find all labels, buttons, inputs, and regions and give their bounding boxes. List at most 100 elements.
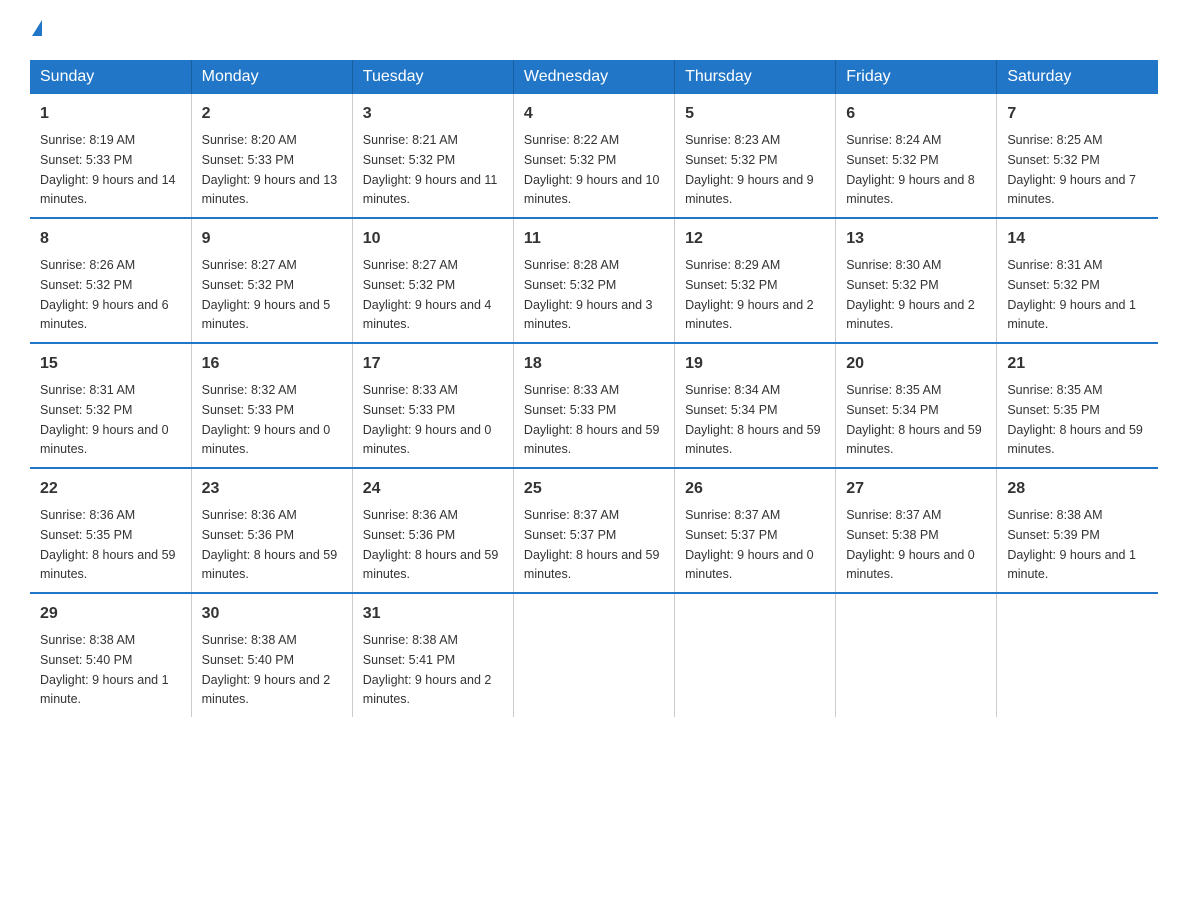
- day-info: Sunrise: 8:19 AMSunset: 5:33 PMDaylight:…: [40, 133, 176, 206]
- day-number: 24: [363, 477, 503, 501]
- logo-triangle-icon: [32, 20, 42, 36]
- day-number: 2: [202, 102, 342, 126]
- day-number: 27: [846, 477, 986, 501]
- day-cell-3-5: 19 Sunrise: 8:34 AMSunset: 5:34 PMDayligh…: [675, 343, 836, 468]
- day-cell-5-3: 31 Sunrise: 8:38 AMSunset: 5:41 PMDayligh…: [352, 593, 513, 717]
- day-info: Sunrise: 8:21 AMSunset: 5:32 PMDaylight:…: [363, 133, 498, 206]
- day-cell-1-1: 1 Sunrise: 8:19 AMSunset: 5:33 PMDaylight…: [30, 94, 191, 218]
- header-wednesday: Wednesday: [513, 60, 674, 94]
- day-info: Sunrise: 8:34 AMSunset: 5:34 PMDaylight:…: [685, 383, 821, 456]
- day-info: Sunrise: 8:30 AMSunset: 5:32 PMDaylight:…: [846, 258, 975, 331]
- day-info: Sunrise: 8:29 AMSunset: 5:32 PMDaylight:…: [685, 258, 814, 331]
- day-cell-4-5: 26 Sunrise: 8:37 AMSunset: 5:37 PMDayligh…: [675, 468, 836, 593]
- day-number: 22: [40, 477, 181, 501]
- day-info: Sunrise: 8:25 AMSunset: 5:32 PMDaylight:…: [1007, 133, 1136, 206]
- day-info: Sunrise: 8:27 AMSunset: 5:32 PMDaylight:…: [202, 258, 331, 331]
- day-number: 23: [202, 477, 342, 501]
- header-sunday: Sunday: [30, 60, 191, 94]
- week-row-3: 15Sunrise: 8:31 AMSunset: 5:32 PMDayligh…: [30, 343, 1158, 468]
- day-number: 18: [524, 352, 664, 376]
- week-row-1: 1 Sunrise: 8:19 AMSunset: 5:33 PMDaylight…: [30, 94, 1158, 218]
- day-info: Sunrise: 8:20 AMSunset: 5:33 PMDaylight:…: [202, 133, 338, 206]
- day-number: 20: [846, 352, 986, 376]
- calendar-header-row: SundayMondayTuesdayWednesdayThursdayFrid…: [30, 60, 1158, 94]
- week-row-5: 29Sunrise: 8:38 AMSunset: 5:40 PMDayligh…: [30, 593, 1158, 717]
- day-number: 21: [1007, 352, 1148, 376]
- day-info: Sunrise: 8:37 AMSunset: 5:37 PMDaylight:…: [524, 508, 660, 581]
- day-number: 19: [685, 352, 825, 376]
- day-info: Sunrise: 8:26 AMSunset: 5:32 PMDaylight:…: [40, 258, 169, 331]
- day-info: Sunrise: 8:28 AMSunset: 5:32 PMDaylight:…: [524, 258, 653, 331]
- day-info: Sunrise: 8:35 AMSunset: 5:34 PMDaylight:…: [846, 383, 982, 456]
- day-cell-2-2: 9 Sunrise: 8:27 AMSunset: 5:32 PMDaylight…: [191, 218, 352, 343]
- day-info: Sunrise: 8:33 AMSunset: 5:33 PMDaylight:…: [524, 383, 660, 456]
- day-info: Sunrise: 8:37 AMSunset: 5:38 PMDaylight:…: [846, 508, 975, 581]
- header-tuesday: Tuesday: [352, 60, 513, 94]
- day-number: 11: [524, 227, 664, 251]
- day-info: Sunrise: 8:23 AMSunset: 5:32 PMDaylight:…: [685, 133, 814, 206]
- day-info: Sunrise: 8:38 AMSunset: 5:40 PMDaylight:…: [40, 633, 169, 706]
- day-info: Sunrise: 8:36 AMSunset: 5:36 PMDaylight:…: [363, 508, 499, 581]
- day-cell-5-6: [836, 593, 997, 717]
- day-cell-1-7: 7 Sunrise: 8:25 AMSunset: 5:32 PMDaylight…: [997, 94, 1158, 218]
- calendar-table: SundayMondayTuesdayWednesdayThursdayFrid…: [30, 60, 1158, 717]
- day-number: 17: [363, 352, 503, 376]
- day-cell-5-5: [675, 593, 836, 717]
- day-number: 28: [1007, 477, 1148, 501]
- day-cell-3-1: 15Sunrise: 8:31 AMSunset: 5:32 PMDayligh…: [30, 343, 191, 468]
- logo: [30, 20, 42, 40]
- day-cell-5-2: 30 Sunrise: 8:38 AMSunset: 5:40 PMDayligh…: [191, 593, 352, 717]
- day-cell-3-3: 17 Sunrise: 8:33 AMSunset: 5:33 PMDayligh…: [352, 343, 513, 468]
- day-info: Sunrise: 8:35 AMSunset: 5:35 PMDaylight:…: [1007, 383, 1143, 456]
- day-cell-1-3: 3 Sunrise: 8:21 AMSunset: 5:32 PMDaylight…: [352, 94, 513, 218]
- day-info: Sunrise: 8:24 AMSunset: 5:32 PMDaylight:…: [846, 133, 975, 206]
- day-cell-4-3: 24 Sunrise: 8:36 AMSunset: 5:36 PMDayligh…: [352, 468, 513, 593]
- day-cell-1-2: 2 Sunrise: 8:20 AMSunset: 5:33 PMDaylight…: [191, 94, 352, 218]
- day-number: 9: [202, 227, 342, 251]
- day-number: 1: [40, 102, 181, 126]
- day-cell-3-6: 20 Sunrise: 8:35 AMSunset: 5:34 PMDayligh…: [836, 343, 997, 468]
- header-thursday: Thursday: [675, 60, 836, 94]
- day-cell-3-4: 18 Sunrise: 8:33 AMSunset: 5:33 PMDayligh…: [513, 343, 674, 468]
- day-number: 14: [1007, 227, 1148, 251]
- header-saturday: Saturday: [997, 60, 1158, 94]
- day-info: Sunrise: 8:37 AMSunset: 5:37 PMDaylight:…: [685, 508, 814, 581]
- day-cell-5-7: [997, 593, 1158, 717]
- header-monday: Monday: [191, 60, 352, 94]
- day-number: 13: [846, 227, 986, 251]
- week-row-4: 22 Sunrise: 8:36 AMSunset: 5:35 PMDayligh…: [30, 468, 1158, 593]
- day-cell-2-5: 12Sunrise: 8:29 AMSunset: 5:32 PMDayligh…: [675, 218, 836, 343]
- day-number: 10: [363, 227, 503, 251]
- day-number: 31: [363, 602, 503, 626]
- header-friday: Friday: [836, 60, 997, 94]
- day-info: Sunrise: 8:38 AMSunset: 5:39 PMDaylight:…: [1007, 508, 1136, 581]
- day-cell-2-4: 11 Sunrise: 8:28 AMSunset: 5:32 PMDayligh…: [513, 218, 674, 343]
- day-info: Sunrise: 8:38 AMSunset: 5:40 PMDaylight:…: [202, 633, 331, 706]
- day-cell-4-4: 25Sunrise: 8:37 AMSunset: 5:37 PMDayligh…: [513, 468, 674, 593]
- day-info: Sunrise: 8:36 AMSunset: 5:35 PMDaylight:…: [40, 508, 176, 581]
- day-cell-3-7: 21 Sunrise: 8:35 AMSunset: 5:35 PMDayligh…: [997, 343, 1158, 468]
- day-number: 7: [1007, 102, 1148, 126]
- day-cell-3-2: 16Sunrise: 8:32 AMSunset: 5:33 PMDayligh…: [191, 343, 352, 468]
- day-info: Sunrise: 8:22 AMSunset: 5:32 PMDaylight:…: [524, 133, 660, 206]
- day-cell-1-4: 4Sunrise: 8:22 AMSunset: 5:32 PMDaylight…: [513, 94, 674, 218]
- day-cell-5-1: 29Sunrise: 8:38 AMSunset: 5:40 PMDayligh…: [30, 593, 191, 717]
- day-cell-2-7: 14Sunrise: 8:31 AMSunset: 5:32 PMDayligh…: [997, 218, 1158, 343]
- day-cell-4-7: 28 Sunrise: 8:38 AMSunset: 5:39 PMDayligh…: [997, 468, 1158, 593]
- day-number: 30: [202, 602, 342, 626]
- day-info: Sunrise: 8:33 AMSunset: 5:33 PMDaylight:…: [363, 383, 492, 456]
- day-cell-4-6: 27 Sunrise: 8:37 AMSunset: 5:38 PMDayligh…: [836, 468, 997, 593]
- day-info: Sunrise: 8:32 AMSunset: 5:33 PMDaylight:…: [202, 383, 331, 456]
- day-number: 6: [846, 102, 986, 126]
- day-number: 3: [363, 102, 503, 126]
- day-number: 5: [685, 102, 825, 126]
- day-cell-2-1: 8 Sunrise: 8:26 AMSunset: 5:32 PMDaylight…: [30, 218, 191, 343]
- day-info: Sunrise: 8:27 AMSunset: 5:32 PMDaylight:…: [363, 258, 492, 331]
- day-info: Sunrise: 8:38 AMSunset: 5:41 PMDaylight:…: [363, 633, 492, 706]
- day-info: Sunrise: 8:36 AMSunset: 5:36 PMDaylight:…: [202, 508, 338, 581]
- day-cell-4-2: 23 Sunrise: 8:36 AMSunset: 5:36 PMDayligh…: [191, 468, 352, 593]
- day-number: 8: [40, 227, 181, 251]
- day-cell-2-3: 10 Sunrise: 8:27 AMSunset: 5:32 PMDayligh…: [352, 218, 513, 343]
- day-cell-1-5: 5 Sunrise: 8:23 AMSunset: 5:32 PMDaylight…: [675, 94, 836, 218]
- day-number: 26: [685, 477, 825, 501]
